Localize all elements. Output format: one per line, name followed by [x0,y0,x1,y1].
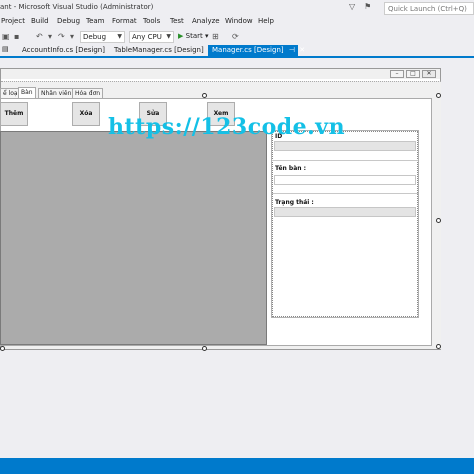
menu-test[interactable]: Test [170,17,184,25]
attach-icon[interactable]: ⊞ [212,32,219,41]
quick-launch-input[interactable]: Quick Launch (Ctrl+Q) [384,2,474,15]
chevron-down-icon: ▾ [204,32,209,40]
add-button[interactable]: Thêm [0,102,28,126]
redo-dropdown-icon[interactable]: ▾ [70,32,74,41]
tab-staff[interactable]: Nhân viên [38,88,75,98]
tab-label: Manager.cs [Design] [212,46,284,54]
status-label: Trạng thái : [275,199,314,206]
menu-help[interactable]: Help [258,17,274,25]
details-panel [271,130,419,318]
save-all-icon[interactable]: ▣ [2,32,10,41]
vertical-scrollbar[interactable] [440,83,447,348]
tab-table[interactable]: Bàn [18,87,36,98]
close-icon[interactable]: ✕ [299,46,305,54]
hot-reload-icon[interactable]: ⟳ [232,32,239,41]
toolbar: ▣ ▪ ↶ ▾ ↷ ▾ Debug ▼ Any CPU ▼ ▶ Start ▾ … [0,30,474,44]
config-select-value: Debug [83,33,107,41]
redo-icon[interactable]: ↷ [58,32,65,41]
start-label: Start [185,32,203,40]
chevron-down-icon: ▼ [166,33,171,40]
window-title: ant - Microsoft Visual Studio (Administr… [0,3,154,11]
tab-label: AccountInfo.cs [Design] [22,46,105,54]
status-field[interactable] [274,207,416,217]
tab-overflow-icon[interactable]: ▤ [2,45,9,53]
horizontal-scrollbar[interactable] [0,445,474,451]
table-name-field[interactable] [274,175,416,185]
table-name-label: Tên bàn : [275,165,307,172]
menu-tools[interactable]: Tools [143,17,160,25]
maximize-icon[interactable]: □ [406,70,420,78]
menu-bar: Project Build Debug Team Format Tools Te… [0,17,474,29]
menu-build[interactable]: Build [31,17,49,25]
feedback-icon[interactable]: ⚑ [364,2,371,11]
id-field[interactable] [274,141,416,151]
undo-dropdown-icon[interactable]: ▾ [48,32,52,41]
delete-button[interactable]: Xóa [72,102,100,126]
title-bar: ant - Microsoft Visual Studio (Administr… [0,0,474,16]
config-select[interactable]: Debug ▼ [80,31,125,43]
play-icon: ▶ [178,32,184,40]
save-icon[interactable]: ▪ [14,32,19,41]
platform-select[interactable]: Any CPU ▼ [129,31,174,43]
close-icon[interactable]: ✕ [422,70,436,78]
resize-handle-top[interactable] [202,93,207,98]
tab-label: TableManager.cs [Design] [114,46,204,54]
platform-select-value: Any CPU [132,33,162,41]
status-bar [0,458,474,474]
menu-team[interactable]: Team [86,17,105,25]
menu-project[interactable]: Project [1,17,25,25]
resize-handle-bottom[interactable] [202,346,207,351]
panel-border [272,131,418,317]
watermark-text: https://123code.vn [108,114,346,140]
chevron-down-icon: ▼ [117,33,122,40]
form-caption-buttons: – □ ✕ [390,70,436,78]
menu-window[interactable]: Window [225,17,253,25]
minimize-icon[interactable]: – [390,70,404,78]
menu-debug[interactable]: Debug [57,17,80,25]
undo-icon[interactable]: ↶ [36,32,43,41]
filter-icon[interactable]: ▽ [349,2,355,11]
data-grid-view[interactable] [0,131,267,345]
menu-format[interactable]: Format [112,17,137,25]
menu-analyze[interactable]: Analyze [192,17,220,25]
start-button[interactable]: ▶ Start ▾ [178,32,208,40]
title-icons: ▽ ⚑ [349,2,371,11]
pin-icon[interactable]: ⊣ [289,46,295,54]
tab-invoice[interactable]: Hóa đơn [72,88,104,98]
form-caption: – □ ✕ [1,69,440,79]
divider [272,193,418,194]
resize-handle-bottom-left[interactable] [0,346,5,351]
divider [272,160,418,161]
